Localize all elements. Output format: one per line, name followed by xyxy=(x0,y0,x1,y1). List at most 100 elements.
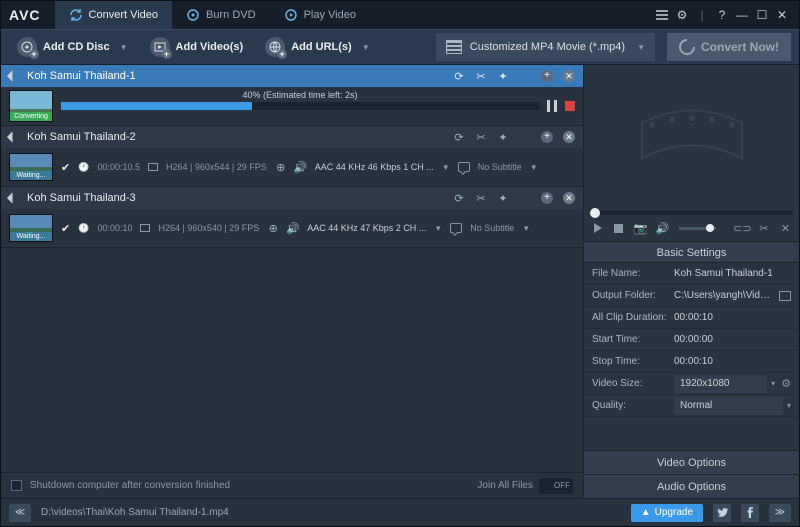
tab-burn-dvd[interactable]: Burn DVD xyxy=(172,1,270,29)
convert-now-button[interactable]: Convert Now! xyxy=(667,33,791,61)
refresh-icon xyxy=(676,36,699,59)
facebook-icon[interactable] xyxy=(741,504,759,522)
tab-play-video[interactable]: Play Video xyxy=(270,1,370,29)
maximize-button[interactable]: ☐ xyxy=(753,6,771,24)
file-title: Koh Samui Thailand-2 xyxy=(27,131,445,143)
button-label: Add URL(s) xyxy=(291,41,352,53)
stop-button[interactable] xyxy=(565,101,575,111)
start-time-value[interactable]: 00:00:00 xyxy=(674,334,791,345)
folder-icon[interactable] xyxy=(779,291,791,301)
check-icon[interactable]: ✔ xyxy=(61,161,70,174)
stop-time-value[interactable]: 00:00:10 xyxy=(674,356,791,367)
menu-icon[interactable] xyxy=(653,6,671,24)
twitter-icon[interactable] xyxy=(713,504,731,522)
close-button[interactable]: ✕ xyxy=(773,6,791,24)
tab-label: Play Video xyxy=(304,9,356,21)
help-icon[interactable]: ? xyxy=(713,6,731,24)
shutdown-checkbox[interactable] xyxy=(11,480,22,491)
prev-button[interactable]: ≪ xyxy=(9,504,31,522)
progress-text: 40% (Estimated time left: 2s) xyxy=(242,90,357,100)
settings-header: Basic Settings xyxy=(584,241,799,263)
gear-icon[interactable]: ⚙ xyxy=(781,377,791,390)
setting-label: Start Time: xyxy=(592,334,674,345)
minimize-button[interactable]: — xyxy=(733,6,751,24)
cut-icon[interactable]: ✂ xyxy=(475,192,487,204)
status-badge: Waiting... xyxy=(10,232,52,241)
refresh-icon[interactable]: ⟳ xyxy=(453,70,465,82)
film-icon xyxy=(140,224,150,232)
cut-icon[interactable]: ✂ xyxy=(758,222,769,234)
pause-button[interactable] xyxy=(547,100,557,112)
film-icon xyxy=(148,163,158,171)
subtitle-info: No Subtitle xyxy=(478,162,522,172)
edit-icon[interactable] xyxy=(7,191,21,205)
film-icon xyxy=(446,40,462,54)
add-cd-disc-button[interactable]: Add CD Disc ▼ xyxy=(9,34,136,60)
snapshot-button[interactable]: 📷 xyxy=(635,222,647,234)
upgrade-button[interactable]: ▲Upgrade xyxy=(631,504,703,522)
tab-convert-video[interactable]: Convert Video xyxy=(55,1,173,29)
refresh-icon[interactable]: ⟳ xyxy=(453,192,465,204)
film-reel-icon xyxy=(632,103,752,173)
join-files-toggle[interactable]: OFF xyxy=(539,478,573,494)
play-button[interactable] xyxy=(592,222,603,234)
audio-info: AAC 44 KHz 47 Kbps 2 CH ... xyxy=(307,223,426,233)
speaker-icon: 🔊 xyxy=(295,161,307,173)
link-icon[interactable]: ⊂⊃ xyxy=(736,222,748,234)
output-profile-dropdown[interactable]: Customized MP4 Movie (*.mp4) ▼ xyxy=(436,33,655,61)
next-button[interactable]: ≫ xyxy=(769,504,791,522)
audio-info: AAC 44 KHz 46 Kbps 1 CH ... xyxy=(315,162,434,172)
seek-bar[interactable] xyxy=(590,211,793,215)
edit-icon[interactable] xyxy=(7,69,21,83)
effects-icon[interactable]: ✦ xyxy=(497,131,509,143)
add-icon[interactable]: + xyxy=(541,192,553,204)
volume-slider[interactable] xyxy=(679,227,717,230)
divider: | xyxy=(693,6,711,24)
refresh-icon[interactable]: ⟳ xyxy=(453,131,465,143)
video-info: H264 | 960x540 | 29 FPS xyxy=(158,223,259,233)
edit-icon[interactable] xyxy=(7,130,21,144)
file-list: Koh Samui Thailand-1 ⟳ ✂ ✦ + ✕ Convertin… xyxy=(1,65,583,472)
crop-icon[interactable]: ⊕ xyxy=(267,222,279,234)
cut-icon[interactable]: ✂ xyxy=(475,131,487,143)
remove-icon[interactable]: ✕ xyxy=(563,131,575,143)
video-options-button[interactable]: Video Options xyxy=(584,450,799,474)
duration: 00:00:10 xyxy=(97,223,132,233)
setting-label: Stop Time: xyxy=(592,356,674,367)
file-title: Koh Samui Thailand-3 xyxy=(27,192,445,204)
subtitle-icon[interactable] xyxy=(450,223,462,233)
tab-label: Convert Video xyxy=(89,9,159,21)
globe-icon xyxy=(265,37,285,57)
volume-icon[interactable]: 🔊 xyxy=(657,222,669,234)
quality-dropdown[interactable]: Normal xyxy=(674,397,783,415)
remove-icon[interactable]: ✕ xyxy=(563,192,575,204)
add-icon[interactable]: + xyxy=(541,70,553,82)
video-add-icon xyxy=(150,37,170,57)
add-videos-button[interactable]: Add Video(s) xyxy=(142,34,252,60)
effects-icon[interactable]: ✦ xyxy=(497,70,509,82)
video-size-dropdown[interactable]: 1920x1080 xyxy=(674,375,767,393)
subtitle-info: No Subtitle xyxy=(470,223,514,233)
cut-icon[interactable]: ✂ xyxy=(475,70,487,82)
file-name-value[interactable]: Koh Samui Thailand-1 xyxy=(674,268,791,279)
tab-label: Burn DVD xyxy=(206,9,256,21)
stop-button[interactable] xyxy=(613,222,624,234)
crop-icon[interactable]: ⊕ xyxy=(275,161,287,173)
effects-icon[interactable]: ✦ xyxy=(497,192,509,204)
file-item[interactable]: Koh Samui Thailand-1 ⟳ ✂ ✦ + ✕ Convertin… xyxy=(1,65,583,126)
join-files-label: Join All Files xyxy=(477,480,533,491)
add-urls-button[interactable]: Add URL(s) ▼ xyxy=(257,34,377,60)
settings-icon[interactable]: ⚙ xyxy=(673,6,691,24)
audio-options-button[interactable]: Audio Options xyxy=(584,474,799,498)
disc-icon xyxy=(186,8,200,22)
video-info: H264 | 960x544 | 29 FPS xyxy=(166,162,267,172)
shuffle-icon[interactable]: ✕ xyxy=(780,222,791,234)
button-label: Convert Now! xyxy=(701,40,779,54)
remove-icon[interactable]: ✕ xyxy=(563,70,575,82)
file-item[interactable]: Koh Samui Thailand-2 ⟳ ✂ ✦ + ✕ Waiting..… xyxy=(1,126,583,187)
check-icon[interactable]: ✔ xyxy=(61,222,70,235)
shutdown-label: Shutdown computer after conversion finis… xyxy=(30,480,230,491)
add-icon[interactable]: + xyxy=(541,131,553,143)
subtitle-icon[interactable] xyxy=(458,162,470,172)
file-item[interactable]: Koh Samui Thailand-3 ⟳ ✂ ✦ + ✕ Waiting..… xyxy=(1,187,583,248)
